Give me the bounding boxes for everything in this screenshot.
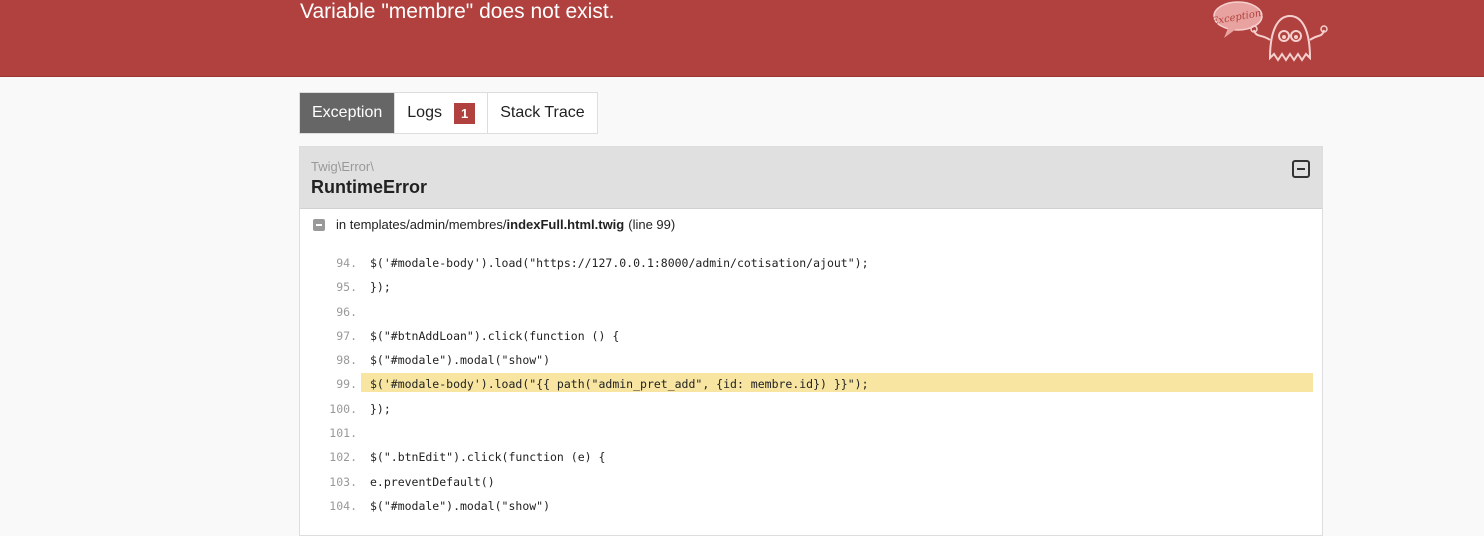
line-code: $(".btnEdit").click(function (e) { [370,450,606,465]
line-number: 97. [336,328,357,343]
line-code: $('#modale-body').load("{{ path("admin_p… [370,377,869,392]
line-number: 103. [329,474,357,489]
line-number: 100. [329,401,357,416]
code-line: 96. [300,300,1322,324]
error-header: Variable "membre" does not exist. Except… [0,0,1484,77]
code-line: 100.}); [300,397,1322,421]
code-line: 94. $('#modale-body').load("https://127.0… [300,251,1322,275]
trace-line-number: (line 99) [628,217,676,232]
line-number: 102. [329,450,357,465]
line-number: 98. [336,353,357,368]
logs-count-badge: 1 [453,102,476,124]
line-number: 104. [329,498,357,513]
code-line: 104. $("#modale").modal("show") [300,494,1322,518]
tab-bar: Exception Logs 1 Stack Trace [299,92,598,134]
code-line: 95.}); [300,275,1322,299]
tab-exception-label: Exception [312,104,383,121]
code-line: 101. [300,421,1322,445]
exception-namespace: Twig\Error\ [311,159,374,174]
exception-ghost-logo: Exception! [1210,1,1328,62]
trace-path-prefix: in templates/admin/membres/ [336,217,507,232]
exception-header: Twig\Error\ RuntimeError [300,147,1322,209]
line-code: $('#modale-body').load("https://127.0.0.… [370,256,869,270]
tab-stack-trace[interactable]: Stack Trace [488,93,596,133]
trace-file: indexFull.html.twig [506,217,625,232]
line-code: $("#modale").modal("show") [370,498,551,513]
code-line: 98. $("#modale").modal("show") [300,348,1322,372]
code-line: 103. e.preventDefault() [300,470,1322,494]
line-number: 95. [336,280,357,295]
code-excerpt: 94. $('#modale-body').load("https://127.0… [300,251,1322,518]
line-code: $("#modale").modal("show") [370,353,551,368]
code-line: 102. $(".btnEdit").click(function (e) { [300,445,1322,469]
tab-logs[interactable]: Logs 1 [395,93,489,133]
line-code: e.preventDefault() [370,474,495,489]
code-line: 97. $("#btnAddLoan").click(function () { [300,324,1322,348]
line-number: 96. [336,304,357,319]
collapse-icon[interactable] [1292,160,1310,178]
tab-logs-label: Logs [407,104,442,121]
error-message: Variable "membre" does not exist. [300,0,615,23]
line-number: 99. [336,377,357,392]
line-code: $("#btnAddLoan").click(function () { [370,328,620,343]
trace-location: in templates/admin/membres/ indexFull.ht… [313,217,675,232]
exception-panel: Twig\Error\ RuntimeError in templates/ad… [299,146,1323,536]
collapse-trace-icon[interactable] [313,218,325,231]
line-code: }); [370,280,391,295]
line-number: 94. [336,256,357,270]
exception-class: RuntimeError [311,177,428,197]
code-line-highlighted: 99. $('#modale-body').load("{{ path("admi… [300,372,1322,396]
line-code: }); [370,401,391,416]
line-number: 101. [329,426,357,441]
tab-exception[interactable]: Exception [300,93,396,133]
tab-stack-trace-label: Stack Trace [500,104,585,121]
